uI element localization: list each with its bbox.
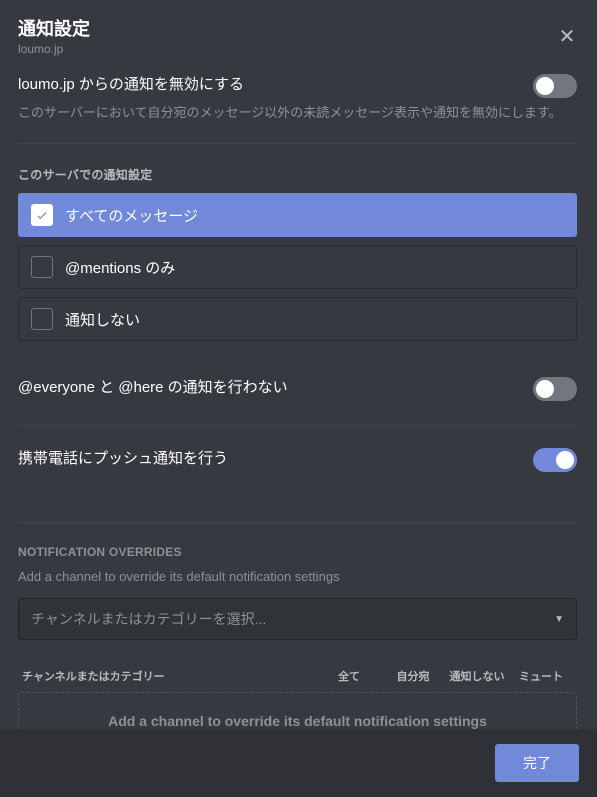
server-notif-heading: このサーバでの通知設定 [18,166,577,183]
checkbox-icon [31,308,53,330]
option-label: @mentions のみ [65,257,175,278]
option-nothing[interactable]: 通知しない [18,297,577,341]
option-label: 通知しない [65,309,140,330]
col-self: 自分宛 [381,668,445,684]
divider [18,143,577,144]
mobile-push-label: 携帯電話にプッシュ通知を行う [18,448,228,469]
mute-server-desc: このサーバーにおいて自分宛のメッセージ以外の未読メッセージ表示や通知を無効にしま… [18,104,577,123]
modal-title: 通知設定 [18,18,579,41]
col-all: 全て [317,668,381,684]
done-button[interactable]: 完了 [495,744,579,782]
divider [18,522,577,523]
chevron-down-icon: ▼ [554,614,564,625]
option-all-messages[interactable]: すべてのメッセージ [18,193,577,237]
checkbox-icon [31,256,53,278]
channel-select[interactable]: チャンネルまたはカテゴリーを選択... ▼ [18,598,577,640]
suppress-everyone-toggle[interactable] [533,377,577,401]
modal-footer: 完了 [0,729,597,797]
col-channel: チャンネルまたはカテゴリー [22,668,317,684]
checkbox-icon [31,204,53,226]
option-mentions-only[interactable]: @mentions のみ [18,245,577,289]
col-none: 通知しない [445,668,509,684]
overrides-table-header: チャンネルまたはカテゴリー 全て 自分宛 通知しない ミュート [18,668,577,692]
mute-server-label: loumo.jp からの通知を無効にする [18,74,244,95]
suppress-everyone-label: @everyone と @here の通知を行わない [18,377,288,398]
divider [18,425,577,426]
modal-subtitle: loumo.jp [18,42,579,56]
close-icon[interactable]: ✕ [555,24,579,48]
overrides-help: Add a channel to override its default no… [18,569,577,584]
mute-server-row: loumo.jp からの通知を無効にする [18,74,577,98]
option-label: すべてのメッセージ [65,205,198,226]
select-placeholder: チャンネルまたはカテゴリーを選択... [31,609,266,629]
modal-header: 通知設定 loumo.jp ✕ [18,18,579,56]
mute-server-toggle[interactable] [533,74,577,98]
mobile-push-toggle[interactable] [533,448,577,472]
mobile-push-row: 携帯電話にプッシュ通知を行う [18,448,577,472]
col-mute: ミュート [509,668,573,684]
suppress-everyone-row: @everyone と @here の通知を行わない [18,377,577,401]
overrides-heading: NOTIFICATION OVERRIDES [18,545,577,559]
